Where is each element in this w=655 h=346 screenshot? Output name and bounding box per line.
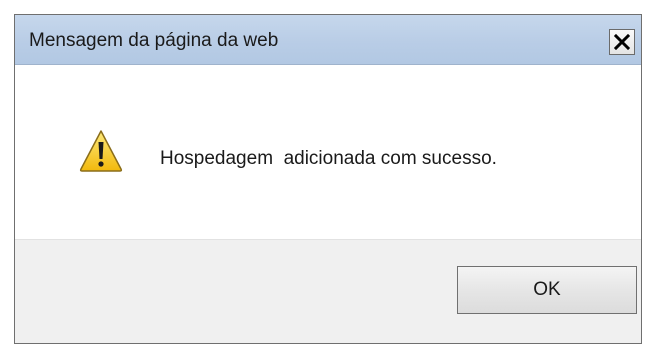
dialog-content: Hospedagem adicionada com sucesso. [15, 65, 641, 239]
close-button[interactable] [609, 29, 635, 55]
dialog-footer: OK [15, 239, 641, 343]
alert-dialog: Mensagem da página da web Hospedagem adi… [14, 14, 642, 344]
ok-button[interactable]: OK [457, 266, 637, 314]
warning-icon [79, 129, 123, 173]
dialog-message: Hospedagem adicionada com sucesso. [160, 148, 497, 169]
dialog-title: Mensagem da página da web [29, 30, 279, 51]
close-icon [614, 34, 630, 50]
dialog-titlebar: Mensagem da página da web [15, 15, 641, 65]
